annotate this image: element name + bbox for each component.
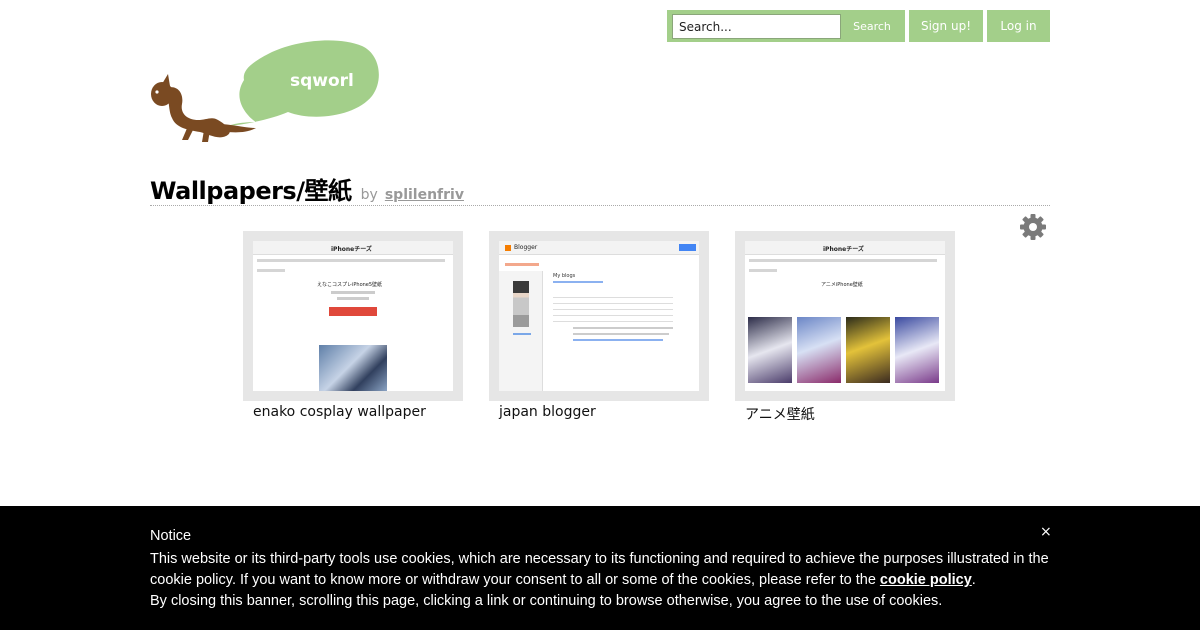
cookie-text: This website or its third-party tools us… — [150, 549, 1050, 612]
cookie-text-part3: By closing this banner, scrolling this p… — [150, 593, 943, 609]
creature-icon — [151, 74, 256, 142]
thumb-heading: えなこコスプレiPhone5壁紙 — [317, 282, 383, 288]
search-input[interactable] — [672, 14, 841, 39]
cookie-text-part2: . — [971, 572, 976, 588]
card-thumbnail: Blogger My blogs — [489, 231, 709, 401]
sqworl-logo[interactable]: sqworl — [148, 40, 380, 144]
card-thumbnail: iPhoneチーズ えなこコスプレiPhone5壁紙 — [243, 231, 463, 401]
thumb-site-name: iPhoneチーズ — [331, 246, 372, 253]
thumb-heading: My blogs — [553, 273, 576, 279]
gear-icon[interactable] — [1019, 213, 1047, 241]
card-thumbnail: iPhoneチーズ アニメiPhone壁紙 — [735, 231, 955, 401]
cookie-policy-link[interactable]: cookie policy — [880, 572, 972, 588]
logo-text: sqworl — [290, 71, 354, 91]
page-title: Wallpapers/壁紙 — [150, 177, 352, 205]
by-label: by — [360, 187, 378, 203]
search-bar: Search — [667, 10, 905, 42]
thumb-site-name: iPhoneチーズ — [823, 246, 864, 253]
thumbnail-screenshot: iPhoneチーズ えなこコスプレiPhone5壁紙 — [253, 241, 453, 391]
card-title[interactable]: japan blogger — [499, 404, 709, 420]
login-button[interactable]: Log in — [987, 10, 1050, 42]
author-link[interactable]: splilenfriv — [385, 187, 464, 203]
title-row: Wallpapers/壁紙 by splilenfriv — [150, 171, 1050, 206]
cookie-banner: Notice This website or its third-party t… — [0, 506, 1200, 630]
thumb-site-name: Blogger — [514, 244, 538, 251]
card-title[interactable]: enako cosplay wallpaper — [253, 404, 463, 420]
search-button[interactable]: Search — [845, 14, 899, 39]
bookmark-card[interactable]: iPhoneチーズ えなこコスプレiPhone5壁紙 enako cosplay… — [243, 231, 463, 420]
card-title[interactable]: アニメ壁紙 — [745, 404, 955, 424]
cookie-title: Notice — [150, 528, 192, 544]
thumbnail-screenshot: iPhoneチーズ アニメiPhone壁紙 — [745, 241, 945, 391]
signup-button[interactable]: Sign up! — [909, 10, 983, 42]
bookmark-card[interactable]: Blogger My blogs japan blogger — [489, 231, 709, 420]
thumbnail-screenshot: Blogger My blogs — [499, 241, 699, 391]
thumb-heading: アニメiPhone壁紙 — [821, 282, 863, 288]
close-icon[interactable]: × — [1040, 524, 1052, 540]
bookmark-card[interactable]: iPhoneチーズ アニメiPhone壁紙 アニメ壁紙 — [735, 231, 955, 424]
